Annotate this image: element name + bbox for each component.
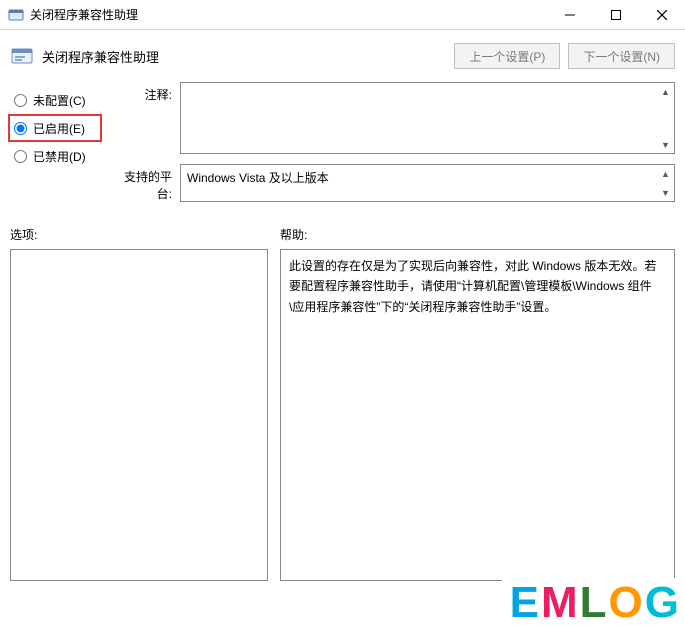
policy-icon	[10, 44, 34, 68]
radio-not-configured[interactable]: 未配置(C)	[10, 86, 100, 114]
help-label: 帮助:	[280, 226, 307, 243]
radio-disabled-label: 已禁用(D)	[33, 148, 86, 165]
close-button[interactable]	[639, 0, 685, 30]
scroll-up-icon[interactable]: ▲	[657, 165, 674, 182]
radio-enabled[interactable]: 已启用(E)	[10, 114, 100, 142]
scroll-down-icon[interactable]: ▼	[657, 184, 674, 201]
titlebar: 关闭程序兼容性助理	[0, 0, 685, 30]
help-text: 此设置的存在仅是为了实现后向兼容性，对此 Windows 版本无效。若要配置程序…	[289, 259, 656, 314]
prev-setting-button[interactable]: 上一个设置(P)	[454, 43, 560, 69]
config-radio-group: 未配置(C) 已启用(E) 已禁用(D)	[10, 82, 100, 212]
watermark-logo: EMLOG	[502, 578, 681, 628]
scroll-down-icon[interactable]: ▼	[657, 136, 674, 153]
window-title: 关闭程序兼容性助理	[30, 6, 138, 23]
radio-disabled[interactable]: 已禁用(D)	[10, 142, 100, 170]
scroll-up-icon[interactable]: ▲	[657, 83, 674, 100]
radio-not-configured-label: 未配置(C)	[33, 92, 86, 109]
app-icon	[8, 7, 24, 23]
radio-enabled-input[interactable]	[14, 122, 27, 135]
options-pane	[10, 249, 268, 581]
options-label: 选项:	[10, 226, 280, 243]
platform-value: Windows Vista 及以上版本	[187, 171, 329, 185]
comment-label: 注释:	[110, 82, 180, 103]
comment-scroll: ▲ ▼	[657, 83, 674, 153]
maximize-button[interactable]	[593, 0, 639, 30]
platform-textbox: Windows Vista 及以上版本 ▲ ▼	[180, 164, 675, 202]
platform-label: 支持的平台:	[110, 164, 180, 202]
next-setting-button[interactable]: 下一个设置(N)	[568, 43, 675, 69]
radio-enabled-label: 已启用(E)	[33, 120, 85, 137]
platform-scroll: ▲ ▼	[657, 165, 674, 201]
page-title: 关闭程序兼容性助理	[42, 47, 159, 66]
header-row: 关闭程序兼容性助理 上一个设置(P) 下一个设置(N)	[10, 40, 675, 72]
comment-textbox[interactable]: ▲ ▼	[180, 82, 675, 154]
radio-not-configured-input[interactable]	[14, 94, 27, 107]
help-pane: 此设置的存在仅是为了实现后向兼容性，对此 Windows 版本无效。若要配置程序…	[280, 249, 675, 581]
minimize-button[interactable]	[547, 0, 593, 30]
radio-disabled-input[interactable]	[14, 150, 27, 163]
